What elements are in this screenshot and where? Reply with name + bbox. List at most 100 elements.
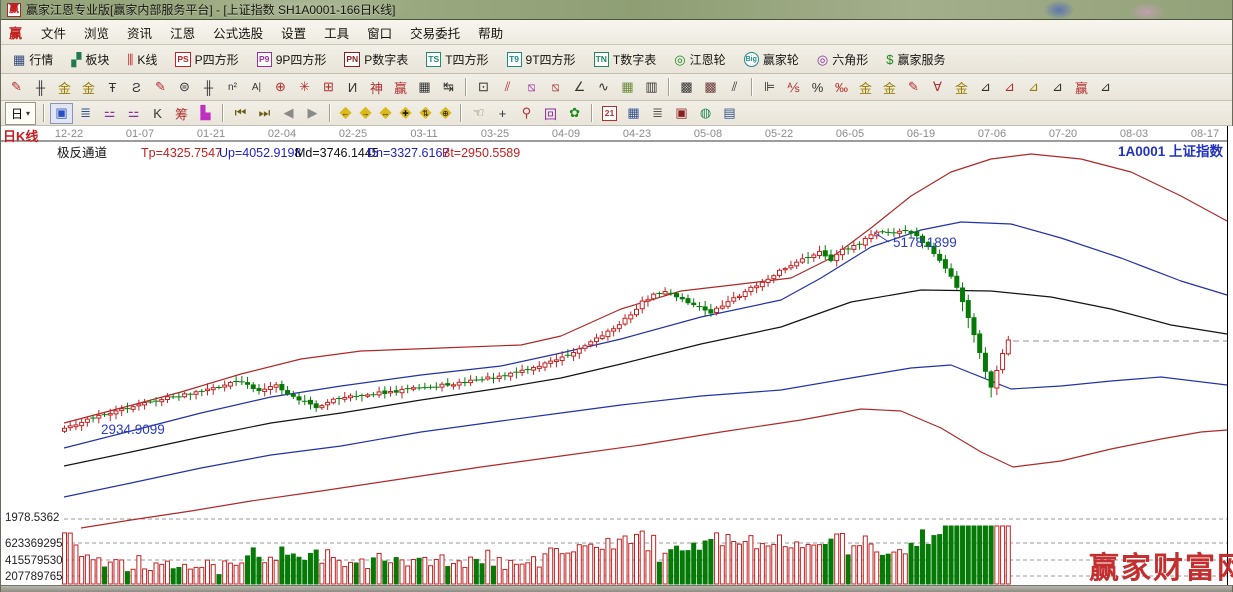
sector-button[interactable]: ▞板块 (63, 48, 117, 71)
menu-item-7[interactable]: 工具 (315, 20, 358, 45)
spiral-icon[interactable]: Ƨ (125, 77, 148, 98)
zoom-vertical-icon[interactable]: ◆⇅ (416, 103, 435, 124)
ninep-square-button[interactable]: P99P四方形 (249, 48, 335, 71)
percent-icon[interactable]: % (806, 77, 829, 98)
red-pen-icon[interactable]: ✎ (149, 77, 172, 98)
shen-tool-icon[interactable]: 神 (365, 77, 388, 98)
volume-series[interactable] (63, 526, 1011, 584)
ying-tool-icon[interactable]: 赢 (389, 77, 412, 98)
color-histogram-icon[interactable]: ▙ (194, 103, 217, 124)
star-web-icon[interactable]: ✳ (293, 77, 316, 98)
period-dropdown[interactable]: 日▾ (5, 102, 36, 125)
data-download-icon[interactable]: ◍ (694, 103, 717, 124)
pan-right-icon[interactable]: ◆→ (356, 103, 375, 124)
m-angle-icon[interactable]: ⊿ (1094, 77, 1117, 98)
next-bar-icon[interactable]: ▶ (301, 103, 324, 124)
zoom-full-icon[interactable]: ◆⊕ (436, 103, 455, 124)
k-style-icon[interactable]: K (146, 103, 169, 124)
gold-circle-icon[interactable]: 金 (854, 77, 877, 98)
zoom-all-icon[interactable]: ◆✚ (396, 103, 415, 124)
menu-item-9[interactable]: 交易委托 (401, 20, 469, 45)
grid-box-icon[interactable]: ▥ (640, 77, 663, 98)
scale-ruler-icon[interactable]: ╫ (29, 77, 52, 98)
golden-grid-icon[interactable]: 金 (53, 77, 76, 98)
last-bar-icon[interactable]: ⏭ (253, 103, 276, 124)
stamp-icon[interactable]: 回 (539, 103, 562, 124)
menu-item-8[interactable]: 窗口 (358, 20, 401, 45)
box-fan-icon[interactable]: ⧅ (520, 77, 543, 98)
av-tool-icon[interactable]: ∀ (926, 77, 949, 98)
angle-icon[interactable]: ∠ (568, 77, 591, 98)
kline-button[interactable]: ⫼K线 (119, 48, 165, 71)
t-number-table-button[interactable]: TNT数字表 (586, 48, 665, 71)
tick-ruler-icon[interactable]: ╫ (197, 77, 220, 98)
zoom-horizontal-icon[interactable]: ◆↔ (376, 103, 395, 124)
draw-pen-icon[interactable]: ✎ (5, 77, 28, 98)
crosshair-tool-icon[interactable]: + (491, 103, 514, 124)
menu-item-5[interactable]: 公式选股 (204, 20, 272, 45)
speed-angle-icon[interactable]: ⊿ (1046, 77, 1069, 98)
n-wave-icon[interactable]: И (341, 77, 364, 98)
p-number-table-button[interactable]: PNP数字表 (336, 48, 416, 71)
menu-item-1[interactable]: 文件 (32, 20, 75, 45)
notes-icon[interactable]: ≣ (646, 103, 669, 124)
span-arrow-icon[interactable]: ↹ (437, 77, 460, 98)
dense-grid-icon[interactable]: ▦ (616, 77, 639, 98)
chart-window-icon[interactable]: ▣ (50, 103, 73, 124)
circle-ruler-icon[interactable]: ⊜ (173, 77, 196, 98)
angle-a-icon[interactable]: A| (245, 77, 268, 98)
hexagon-button[interactable]: ◎六角形 (809, 48, 876, 71)
crosshair-circle-icon[interactable]: ⊕ (269, 77, 292, 98)
j-angle-icon[interactable]: ⊿ (974, 77, 997, 98)
fan-lines-icon[interactable]: ⫽ (496, 77, 519, 98)
menu-item-10[interactable]: 帮助 (469, 20, 512, 45)
t-square-button[interactable]: TST四方形 (418, 48, 496, 71)
chart-area[interactable]: 12-2201-0701-2102-0402-2503-1103-2504-09… (1, 126, 1233, 585)
golden-grid2-icon[interactable]: 金 (77, 77, 100, 98)
minute3-bars-icon[interactable]: ⚍ (98, 103, 121, 124)
grid-123-icon[interactable]: ▦ (413, 77, 436, 98)
calendar-icon[interactable]: 21 (598, 103, 621, 124)
gold-angle2-icon[interactable]: ⊿ (1022, 77, 1045, 98)
export-icon[interactable]: ▤ (718, 103, 741, 124)
gold-angle-icon[interactable]: 金 (950, 77, 973, 98)
minute9-bars-icon[interactable]: ⚍ (122, 103, 145, 124)
candlestick-series[interactable] (63, 225, 1011, 433)
hatch-grid-icon[interactable]: ▩ (675, 77, 698, 98)
menu-item-6[interactable]: 设置 (272, 20, 315, 45)
percent-strike-icon[interactable]: ⅍ (782, 77, 805, 98)
t-tool-icon[interactable]: Ŧ (101, 77, 124, 98)
prev-bar-icon[interactable]: ◀ (277, 103, 300, 124)
menu-item-4[interactable]: 江恩 (161, 20, 204, 45)
box-handle-icon[interactable]: ⊡ (472, 77, 495, 98)
pan-left-icon[interactable]: ◆← (336, 103, 355, 124)
gann-wheel-button[interactable]: ◎江恩轮 (666, 48, 733, 71)
ying-angle-icon[interactable]: 赢 (1070, 77, 1093, 98)
quotes-button[interactable]: ▦行情 (5, 48, 61, 71)
kline-chart[interactable]: 12-2201-0701-2102-0402-2503-1103-2504-09… (1, 126, 1233, 585)
p-square-button[interactable]: PSP四方形 (167, 48, 246, 71)
menu-item-2[interactable]: 浏览 (75, 20, 118, 45)
calculator-icon[interactable]: ▦ (622, 103, 645, 124)
chip-distribution-icon[interactable]: 筹 (170, 103, 193, 124)
permille-icon[interactable]: ‰ (830, 77, 853, 98)
wave-icon[interactable]: ∿ (592, 77, 615, 98)
box-fan2-icon[interactable]: ⧅ (544, 77, 567, 98)
square-web-icon[interactable]: ⊞ (317, 77, 340, 98)
knot-icon[interactable]: ✿ (563, 103, 586, 124)
hand-tool-icon[interactable]: ☜ (467, 103, 490, 124)
f-angle-icon[interactable]: ⊿ (998, 77, 1021, 98)
menu-item-3[interactable]: 资讯 (118, 20, 161, 45)
brush-icon[interactable]: ✎ (902, 77, 925, 98)
report-icon[interactable]: ≣ (74, 103, 97, 124)
winner-wheel-button[interactable]: Big赢家轮 (736, 48, 807, 71)
first-bar-icon[interactable]: ⏮ (229, 103, 252, 124)
e-gauge-icon[interactable]: ⊫ (758, 77, 781, 98)
slash-lines-icon[interactable]: ⫽ (723, 77, 746, 98)
winner-service-button[interactable]: $赢家服务 (878, 48, 953, 71)
save-icon[interactable]: ▣ (670, 103, 693, 124)
hatch-grid2-icon[interactable]: ▩ (699, 77, 722, 98)
square-number-icon[interactable]: n² (221, 77, 244, 98)
gold-line-icon[interactable]: 金 (878, 77, 901, 98)
magnifier-icon[interactable]: ⚲ (515, 103, 538, 124)
